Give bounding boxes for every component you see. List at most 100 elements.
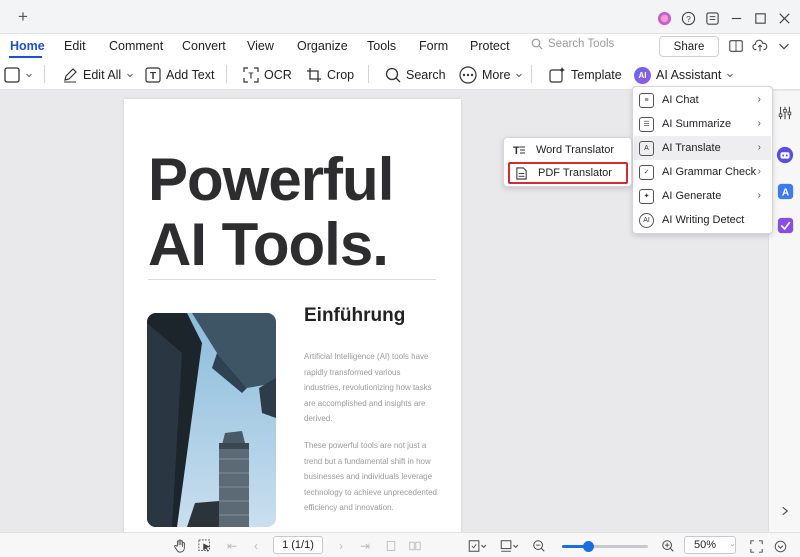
ai-assistant-menu: ≡ AI Chat › ☰ AI Summarize › A AI Transl… [632, 86, 773, 234]
single-page-icon[interactable] [383, 538, 399, 554]
reading-mode-icon[interactable] [728, 38, 746, 56]
tab-home[interactable]: Home [10, 39, 45, 53]
menu-item-label: AI Chat [662, 94, 699, 106]
grammar-check-app-icon[interactable] [775, 215, 795, 235]
menu-item-ai-writing-detect[interactable]: AI AI Writing Detect [634, 208, 771, 232]
menu-item-ai-summarize[interactable]: ☰ AI Summarize › [634, 112, 771, 136]
menu-item-ai-translate[interactable]: A AI Translate › [634, 136, 771, 160]
more-button[interactable]: More [459, 65, 523, 85]
tab-comment[interactable]: Comment [109, 39, 163, 53]
ocr-label: OCR [264, 68, 292, 82]
zoom-slider-handle[interactable] [582, 541, 594, 552]
chevron-right-icon: › [757, 166, 761, 177]
zoom-out-icon[interactable] [531, 538, 547, 554]
chevron-right-icon: › [757, 142, 761, 153]
menu-item-pdf-translator[interactable]: PDF Translator [508, 162, 628, 184]
share-button[interactable]: Share [659, 36, 719, 57]
document-title-line2: AI Tools. [148, 211, 389, 278]
tab-convert[interactable]: Convert [182, 39, 226, 53]
notifications-icon[interactable] [700, 8, 724, 28]
maximize-icon[interactable] [748, 8, 772, 28]
tab-edit[interactable]: Edit [64, 39, 86, 53]
ai-assistant-button[interactable]: AI AI Assistant [634, 65, 734, 85]
chevron-right-icon: › [757, 190, 761, 201]
status-bar: ⇤ ‹ 1 (1/1) › ⇥ 50% [0, 532, 800, 557]
two-page-icon[interactable] [407, 538, 423, 554]
search-button[interactable]: Search [385, 65, 446, 85]
select-tool-button[interactable] [4, 65, 33, 85]
avatar-icon[interactable] [652, 8, 676, 28]
menu-item-ai-grammar-check[interactable]: ✓ AI Grammar Check › [634, 160, 771, 184]
chevron-down-icon [730, 544, 735, 547]
document-title-line1: Powerful [148, 146, 394, 213]
add-text-button[interactable]: T Add Text [145, 65, 214, 85]
help-icon[interactable]: ? [676, 8, 700, 28]
last-page-icon[interactable]: ⇥ [357, 538, 373, 554]
document-title: Powerful AI Tools. [148, 147, 448, 277]
toolbar-divider [368, 65, 369, 83]
menu-item-label: AI Summarize [662, 118, 732, 130]
hand-tool-icon[interactable] [172, 538, 188, 554]
chevron-down-icon [26, 73, 32, 78]
crop-icon [307, 68, 321, 82]
pen-edit-icon [64, 68, 77, 83]
new-tab-plus-icon[interactable]: + [18, 8, 28, 25]
tab-protect[interactable]: Protect [470, 39, 510, 53]
building-photo [147, 313, 276, 527]
expand-sidebar-icon[interactable] [775, 501, 795, 521]
search-tools-input[interactable]: Search Tools [531, 38, 614, 50]
close-icon[interactable] [772, 8, 796, 28]
template-button[interactable]: Template [548, 65, 622, 85]
tab-organize[interactable]: Organize [297, 39, 348, 53]
title-bar: + ? [0, 0, 800, 34]
page-display-dropdown-icon[interactable] [498, 538, 522, 554]
collapse-ribbon-icon[interactable] [776, 38, 794, 56]
svg-text:T: T [150, 71, 156, 82]
ocr-button[interactable]: T OCR [243, 65, 292, 85]
title-divider [148, 279, 436, 280]
zoom-in-icon[interactable] [660, 538, 676, 554]
menu-item-ai-generate[interactable]: ✦ AI Generate › [634, 184, 771, 208]
text-box-icon: T [145, 67, 161, 83]
edit-all-button[interactable]: Edit All [62, 65, 134, 85]
next-page-icon[interactable]: › [333, 538, 349, 554]
translate-app-icon[interactable]: A [775, 181, 795, 201]
svg-text:T: T [513, 145, 520, 157]
ai-assistant-icon: AI [634, 66, 651, 84]
upload-cloud-icon[interactable] [752, 38, 770, 56]
page-number-input[interactable]: 1 (1/1) [273, 536, 323, 554]
first-page-icon[interactable]: ⇤ [224, 538, 240, 554]
tab-form[interactable]: Form [419, 39, 448, 53]
zoom-slider[interactable] [562, 541, 648, 552]
chevron-down-icon [516, 73, 523, 78]
svg-text:?: ? [686, 13, 691, 23]
fit-width-dropdown-icon[interactable] [466, 538, 490, 554]
select-box-icon [4, 67, 20, 83]
tab-view[interactable]: View [247, 39, 274, 53]
writing-detect-icon: AI [639, 212, 654, 228]
scroll-down-circle-icon[interactable] [772, 538, 788, 554]
zoom-level-select[interactable]: 50% [684, 536, 736, 554]
chevron-down-icon [127, 73, 134, 78]
properties-sliders-icon[interactable] [775, 103, 795, 123]
toolbar-divider [44, 65, 45, 83]
menu-item-label: AI Translate [662, 142, 721, 154]
crop-button[interactable]: Crop [306, 65, 354, 85]
ai-robot-icon[interactable] [775, 145, 795, 165]
menu-item-word-translator[interactable]: T Word Translator [508, 139, 628, 161]
svg-text:T: T [249, 72, 254, 81]
translate-submenu: T Word Translator PDF Translator [503, 137, 632, 187]
chevron-right-icon: › [757, 118, 761, 129]
toolbar-divider [531, 65, 532, 83]
select-arrow-icon[interactable] [197, 538, 213, 554]
pdf-translator-icon [514, 166, 528, 180]
more-label: More [482, 68, 511, 82]
minimize-icon[interactable] [724, 8, 748, 28]
pdf-page: Powerful AI Tools. Einführung Artificial… [124, 99, 461, 532]
svg-text:A: A [781, 187, 789, 198]
menu-item-ai-chat[interactable]: ≡ AI Chat › [634, 88, 771, 112]
tab-tools[interactable]: Tools [367, 39, 396, 53]
fit-screen-icon[interactable] [748, 538, 764, 554]
previous-page-icon[interactable]: ‹ [248, 538, 264, 554]
translate-icon: A [639, 140, 654, 156]
